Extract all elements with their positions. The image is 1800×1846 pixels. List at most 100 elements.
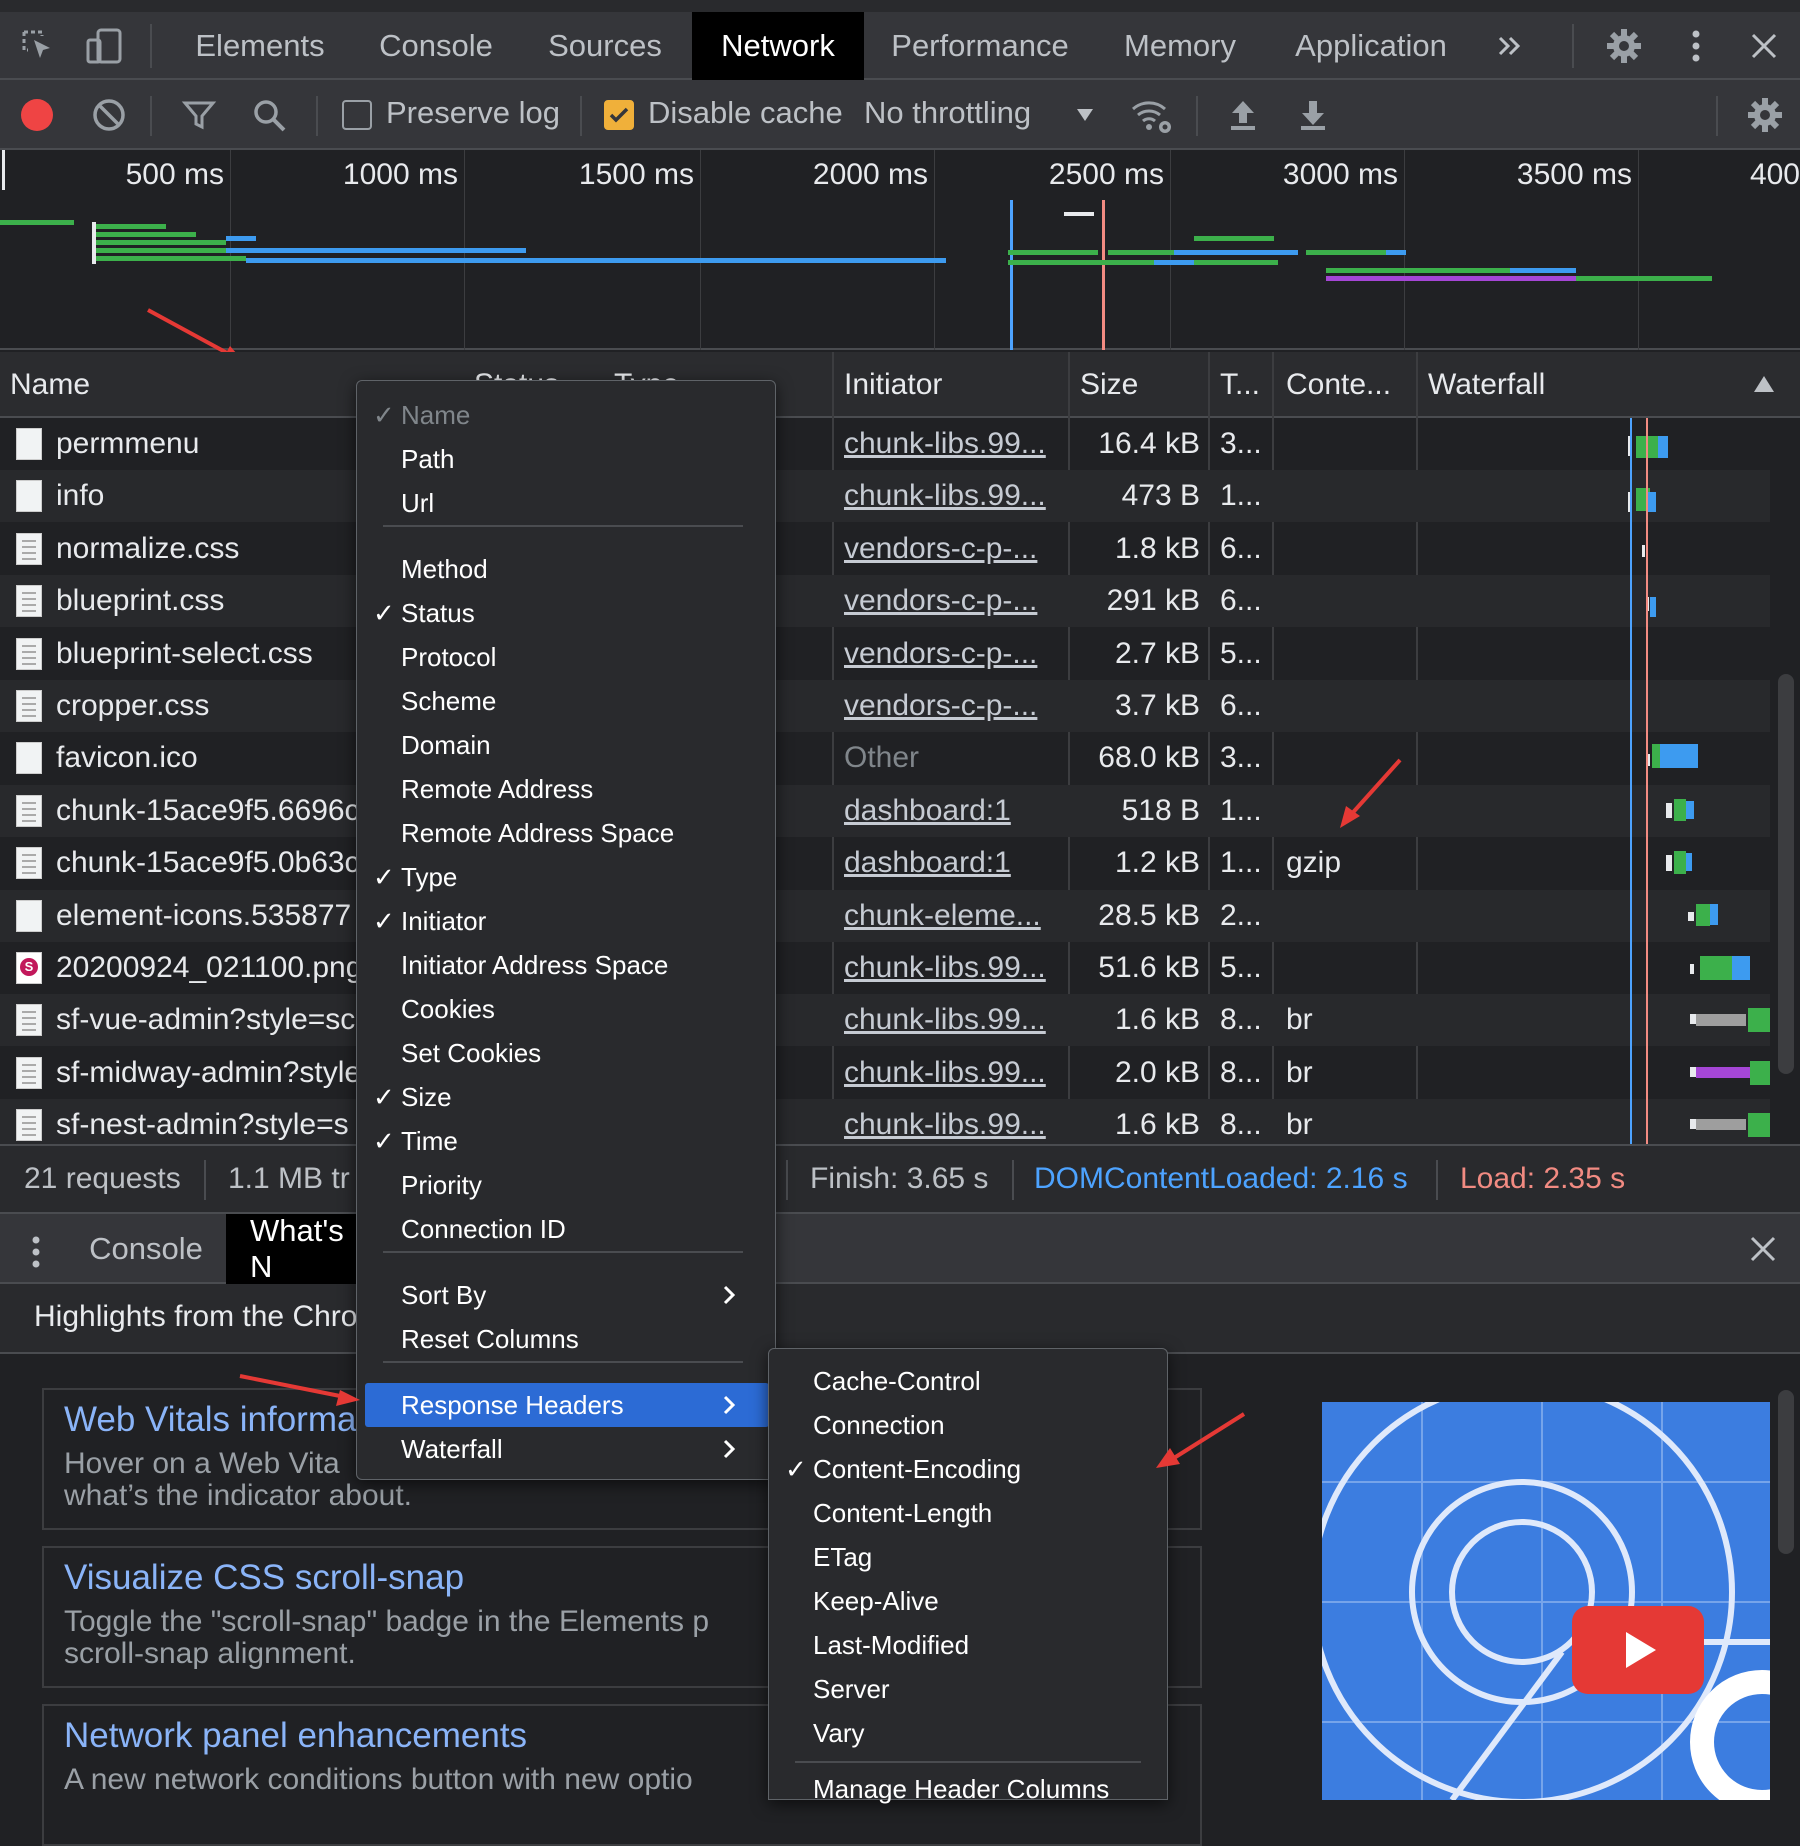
submenu-item-connection[interactable]: Connection	[769, 1403, 1167, 1447]
initiator-cell[interactable]: vendors-c-p-...	[844, 680, 1066, 732]
disable-cache-label[interactable]: Disable cache	[648, 95, 843, 131]
inspect-element-icon[interactable]	[14, 22, 62, 70]
drawer-tab-whats-new[interactable]: What's N	[226, 1213, 366, 1284]
menu-item-size[interactable]: ✓ Size	[357, 1075, 775, 1119]
column-header-name[interactable]: Name	[0, 352, 356, 418]
submenu-item-etag[interactable]: ETag	[769, 1535, 1167, 1579]
table-scrollbar-track[interactable]	[1770, 418, 1800, 1144]
menu-item-scheme[interactable]: Scheme	[357, 679, 775, 723]
filter-button[interactable]	[174, 90, 224, 140]
initiator-cell[interactable]: chunk-libs.99...	[844, 994, 1066, 1046]
table-row[interactable]: sf-vue-admin?style=sc chunk-libs.99... 1.6…	[0, 994, 1770, 1047]
card-title-link[interactable]: Network panel enhancements	[64, 1716, 527, 1756]
record-button[interactable]	[12, 90, 62, 140]
table-row[interactable]: blueprint.css vendors-c-p-... 291 kB 6...	[0, 575, 1770, 628]
card-title-link[interactable]: Visualize CSS scroll-snap	[64, 1558, 464, 1598]
close-devtools-icon[interactable]	[1740, 22, 1788, 70]
throttling-select[interactable]: No throttling	[864, 95, 1031, 131]
sort-ascending-icon[interactable]	[1752, 374, 1776, 394]
preserve-log-label[interactable]: Preserve log	[386, 95, 560, 131]
table-row[interactable]: sf-midway-admin?style chunk-libs.99... 2.0…	[0, 1047, 1770, 1099]
table-row[interactable]: cropper.css vendors-c-p-... 3.7 kB 6...	[0, 680, 1770, 732]
timeline-overview[interactable]: 500 ms 1000 ms 1500 ms 2000 ms 2500 ms 3…	[0, 150, 1800, 362]
tab-console[interactable]: Console	[356, 12, 516, 80]
menu-item-url[interactable]: Url	[357, 481, 775, 525]
disable-cache-checkbox[interactable]	[604, 100, 634, 130]
tab-network[interactable]: Network	[692, 12, 864, 80]
network-settings-gear-icon[interactable]	[1740, 90, 1790, 140]
initiator-cell[interactable]: chunk-libs.99...	[844, 470, 1066, 522]
menu-item-initiator[interactable]: ✓ Initiator	[357, 899, 775, 943]
table-scrollbar-thumb[interactable]	[1778, 674, 1794, 1074]
table-row[interactable]: normalize.css vendors-c-p-... 1.8 kB 6...	[0, 523, 1770, 575]
menu-item-sort-by[interactable]: Sort By	[357, 1273, 775, 1317]
table-row[interactable]: sf-nest-admin?style=s chunk-libs.99... 1.6…	[0, 1099, 1770, 1144]
menu-item-path[interactable]: Path	[357, 437, 775, 481]
submenu-item-server[interactable]: Server	[769, 1667, 1167, 1711]
table-row[interactable]: blueprint-select.css vendors-c-p-... 2.7 k…	[0, 628, 1770, 680]
submenu-item-keep-alive[interactable]: Keep-Alive	[769, 1579, 1167, 1623]
submenu-item-vary[interactable]: Vary	[769, 1711, 1167, 1755]
search-button[interactable]	[244, 90, 294, 140]
table-row[interactable]: chunk-15ace9f5.6696c dashboard:1 518 B 1...	[0, 784, 1770, 837]
tab-performance[interactable]: Performance	[870, 12, 1090, 80]
menu-item-remote-address-space[interactable]: Remote Address Space	[357, 811, 775, 855]
initiator-cell[interactable]: dashboard:1	[844, 785, 1066, 837]
import-har-upload-icon[interactable]	[1218, 90, 1268, 140]
youtube-play-button[interactable]	[1572, 1606, 1704, 1694]
submenu-item-last-modified[interactable]: Last-Modified	[769, 1623, 1167, 1667]
column-header-time[interactable]: T...	[1210, 352, 1274, 418]
initiator-cell[interactable]: chunk-libs.99...	[844, 942, 1066, 994]
close-drawer-icon[interactable]	[1748, 1234, 1778, 1264]
initiator-cell[interactable]: dashboard:1	[844, 837, 1066, 889]
drawer-menu-kebab-icon[interactable]	[30, 1234, 42, 1270]
table-row[interactable]: info chunk-libs.99... 473 B 1...	[0, 470, 1770, 523]
initiator-cell[interactable]: chunk-eleme...	[844, 890, 1066, 942]
drawer-tab-console[interactable]: Console	[70, 1214, 222, 1284]
menu-item-cookies[interactable]: Cookies	[357, 987, 775, 1031]
menu-item-domain[interactable]: Domain	[357, 723, 775, 767]
table-row[interactable]: element-icons.535877 chunk-eleme... 28.5 k…	[0, 889, 1770, 942]
table-row[interactable]: permmenu chunk-libs.99... 16.4 kB 3...	[0, 418, 1770, 470]
submenu-item-cache-control[interactable]: Cache-Control	[769, 1359, 1167, 1403]
initiator-cell[interactable]: chunk-libs.99...	[844, 1099, 1066, 1144]
table-row[interactable]: chunk-15ace9f5.0b63c dashboard:1 1.2 kB 1..…	[0, 837, 1770, 889]
menu-item-status[interactable]: ✓ Status	[357, 591, 775, 635]
more-tabs-icon[interactable]	[1486, 22, 1534, 70]
drawer-scrollbar-track[interactable]	[1772, 1380, 1800, 1800]
submenu-item-manage-header-columns[interactable]: Manage Header Columns	[769, 1767, 1167, 1811]
initiator-cell[interactable]: chunk-libs.99...	[844, 418, 1066, 470]
video-thumbnail[interactable]	[1322, 1402, 1770, 1800]
settings-gear-icon[interactable]	[1600, 22, 1648, 70]
submenu-item-content-length[interactable]: Content-Length	[769, 1491, 1167, 1535]
export-har-download-icon[interactable]	[1288, 90, 1338, 140]
tab-elements[interactable]: Elements	[168, 12, 352, 80]
network-conditions-wifi-icon[interactable]	[1126, 90, 1176, 140]
menu-item-waterfall[interactable]: Waterfall	[357, 1427, 775, 1471]
table-row[interactable]: 20200924_021100.png chunk-libs.99... 51.6 …	[0, 942, 1770, 994]
menu-item-response-headers[interactable]: Response Headers	[365, 1383, 769, 1427]
menu-item-reset-columns[interactable]: Reset Columns	[357, 1317, 775, 1361]
more-options-kebab-icon[interactable]	[1672, 22, 1720, 70]
menu-item-set-cookies[interactable]: Set Cookies	[357, 1031, 775, 1075]
menu-item-type[interactable]: ✓ Type	[357, 855, 775, 899]
preserve-log-checkbox[interactable]	[342, 100, 372, 130]
tab-memory[interactable]: Memory	[1100, 12, 1260, 80]
tab-application[interactable]: Application	[1268, 12, 1474, 80]
menu-item-remote-address[interactable]: Remote Address	[357, 767, 775, 811]
column-header-initiator[interactable]: Initiator	[834, 352, 1066, 418]
initiator-cell[interactable]: vendors-c-p-...	[844, 628, 1066, 680]
initiator-cell[interactable]: chunk-libs.99...	[844, 1047, 1066, 1099]
throttling-dropdown-caret-icon[interactable]	[1060, 90, 1110, 140]
menu-item-initiator-address-space[interactable]: Initiator Address Space	[357, 943, 775, 987]
tab-sources[interactable]: Sources	[520, 12, 690, 80]
submenu-item-content-encoding[interactable]: ✓ Content-Encoding	[769, 1447, 1167, 1491]
column-header-size[interactable]: Size	[1070, 352, 1206, 418]
column-header-waterfall[interactable]: Waterfall	[1418, 352, 1718, 418]
initiator-cell[interactable]: vendors-c-p-...	[844, 523, 1066, 575]
table-row[interactable]: favicon.ico Other 68.0 kB 3...	[0, 732, 1770, 784]
clear-button[interactable]	[84, 90, 134, 140]
device-toolbar-icon[interactable]	[80, 22, 128, 70]
initiator-cell[interactable]: vendors-c-p-...	[844, 575, 1066, 627]
menu-item-time[interactable]: ✓ Time	[357, 1119, 775, 1163]
